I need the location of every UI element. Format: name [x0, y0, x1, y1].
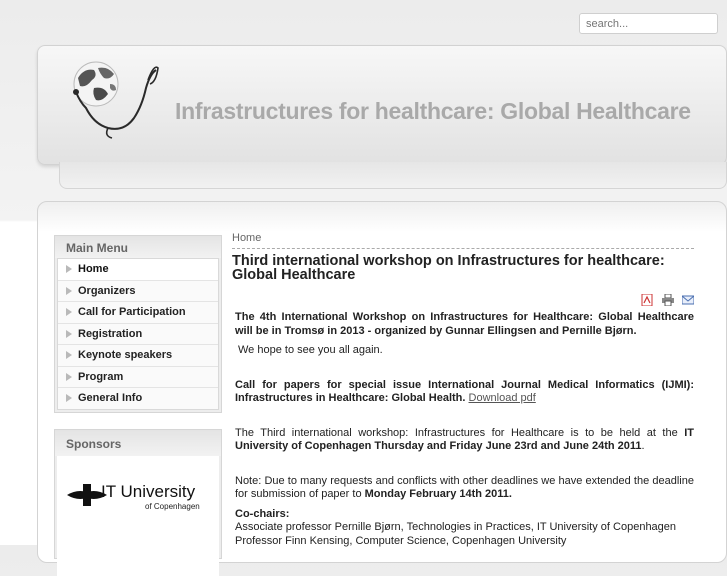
menu-item-label: Keynote speakers [78, 349, 173, 361]
arrow-right-icon [66, 329, 72, 338]
itu-name: IT University [101, 482, 196, 501]
menu-item-label: Registration [78, 327, 143, 340]
breadcrumb[interactable]: Home [232, 232, 694, 249]
see-you-text: We hope to see you all again. [238, 344, 383, 356]
menu-item-registration[interactable]: Registration [58, 324, 218, 345]
menu-item-organizers[interactable]: Organizers [58, 281, 218, 302]
deadline-note-text: Note: Due to many requests and conflicts… [232, 475, 694, 502]
itu-sponsor-link[interactable]: IT University of Copenhagen [67, 480, 217, 520]
article-content: Home Third international workshop on Inf… [232, 232, 694, 548]
cochairs-label: Co-chairs: [235, 507, 290, 520]
menu-item-label: General Info [78, 392, 143, 404]
arrow-right-icon [66, 286, 72, 295]
sponsors-title: Sponsors [55, 430, 221, 456]
header-subbar [59, 162, 727, 189]
globe-stethoscope-logo [73, 61, 159, 139]
arrow-right-icon [66, 308, 72, 316]
search-input[interactable] [579, 13, 718, 34]
workshop-info-text: The Third international workshop: Infras… [232, 427, 694, 454]
article-title: Third international workshop on Infrastr… [232, 253, 665, 283]
workshop-info-c: . [641, 440, 645, 452]
article-icons [232, 294, 694, 308]
arrow-right-icon [66, 372, 72, 381]
sponsors-module: Sponsors IT University of Copenhagen [54, 429, 222, 576]
announcement-text: The 4th International Workshop on Infras… [235, 311, 694, 337]
arrow-right-icon [66, 394, 72, 402]
cochair-1: Associate professor Pernille Bjørn, Tech… [235, 521, 677, 533]
download-pdf-link[interactable]: Download pdf [469, 392, 536, 404]
menu-item-general-info[interactable]: General Info [58, 388, 218, 409]
call-for-papers-text: Call for papers for special issue Intern… [232, 379, 694, 406]
site-title[interactable]: Infrastructures for healthcare: Global H… [175, 98, 691, 125]
menu-item-home[interactable]: Home [58, 259, 218, 281]
call-for-papers-label: Call for papers for special issue Intern… [235, 378, 694, 405]
arrow-right-icon [66, 265, 72, 273]
menu-item-label: Program [78, 370, 124, 383]
menu-item-program[interactable]: Program [58, 367, 218, 388]
menu-item-label: Home [78, 263, 109, 275]
main-menu-title: Main Menu [55, 236, 221, 258]
email-icon[interactable] [682, 294, 694, 306]
cochair-2: Professor Finn Kensing, Computer Science… [235, 534, 567, 547]
menu-item-keynote-speakers[interactable]: Keynote speakers [58, 345, 218, 367]
workshop-info-a: The Third international workshop: Infras… [235, 426, 678, 439]
menu-item-label: Call for Participation [78, 306, 186, 318]
deadline-note-b: Monday February 14th 2011. [364, 488, 512, 500]
pdf-icon[interactable] [641, 294, 653, 306]
arrow-right-icon [66, 351, 72, 359]
menu-item-call-for-participation[interactable]: Call for Participation [58, 302, 218, 324]
sponsor-logo-area: IT University of Copenhagen [57, 456, 219, 576]
print-icon[interactable] [661, 294, 674, 306]
main-menu-list: Home Organizers Call for Participation R… [57, 258, 219, 410]
main-menu-module: Main Menu Home Organizers Call for Parti… [54, 235, 222, 413]
itu-subtitle: of Copenhagen [145, 502, 200, 511]
menu-item-label: Organizers [78, 284, 136, 297]
